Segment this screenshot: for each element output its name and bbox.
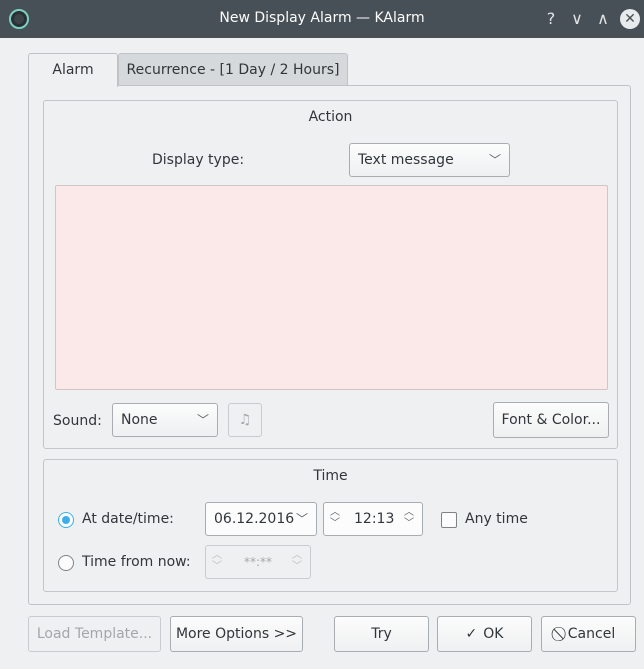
sound-combo[interactable]: None ﹀ <box>112 403 218 437</box>
time-group-title: Time <box>313 468 348 484</box>
display-type-value: Text message <box>358 152 454 168</box>
alarm-tab-panel: Action Display type: Text message ﹀ Soun… <box>28 85 631 605</box>
try-button[interactable]: Try <box>334 616 429 652</box>
close-icon[interactable]: ✕ <box>620 9 640 29</box>
maximize-icon[interactable]: ∧ <box>592 7 614 29</box>
chevron-down-icon: ﹀ <box>196 413 209 427</box>
at-datetime-radio[interactable] <box>58 512 74 528</box>
spin-down-icon[interactable]: ﹀ <box>330 519 340 529</box>
time-group: Time At date/time: 06.12.2016 ﹀ ︿ ﹀ 12:1… <box>43 459 618 592</box>
sound-value: None <box>121 412 158 428</box>
time-from-now-label: Time from now: <box>82 554 191 570</box>
date-value: 06.12.2016 <box>214 511 295 527</box>
time-value: 12:13 <box>354 511 395 527</box>
music-note-icon: ♫ <box>238 412 252 428</box>
action-group-title: Action <box>308 109 353 125</box>
chevron-down-icon: ﹀ <box>488 153 501 167</box>
sound-label: Sound: <box>53 413 102 429</box>
time-from-now-spinbox[interactable]: ︿ ﹀ **:** ︿ ﹀ <box>205 545 311 579</box>
tab-recurrence[interactable]: Recurrence - [1 Day / 2 Hours] <box>118 53 348 86</box>
sound-file-button[interactable]: ♫ <box>228 403 262 437</box>
message-text-area[interactable] <box>55 185 608 390</box>
at-datetime-label: At date/time: <box>82 511 174 527</box>
more-options-button[interactable]: More Options >> <box>170 616 303 652</box>
spin-up-icon[interactable]: ︿ <box>212 551 222 561</box>
spin-down-icon[interactable]: ﹀ <box>212 562 222 572</box>
spin-up-icon[interactable]: ︿ <box>330 508 340 518</box>
display-type-combo[interactable]: Text message ﹀ <box>349 143 510 177</box>
load-template-button[interactable]: Load Template... <box>28 616 161 652</box>
title-bar: New Display Alarm — KAlarm ? ∨ ∧ ✕ <box>0 0 644 38</box>
cancel-label: Cancel <box>567 626 616 642</box>
spin-up-icon[interactable]: ︿ <box>292 551 302 561</box>
date-input[interactable]: 06.12.2016 ﹀ <box>205 502 317 536</box>
spin-down-icon[interactable]: ﹀ <box>404 519 414 529</box>
chevron-down-icon: ﹀ <box>295 512 308 526</box>
checkmark-icon: ✓ <box>465 626 478 642</box>
spin-up-icon[interactable]: ︿ <box>404 508 414 518</box>
any-time-label: Any time <box>465 511 528 527</box>
action-group: Action Display type: Text message ﹀ Soun… <box>43 100 618 449</box>
ok-button[interactable]: ✓ OK <box>437 616 532 652</box>
display-type-label: Display type: <box>152 152 245 168</box>
font-color-button[interactable]: Font & Color... <box>493 402 609 438</box>
minimize-icon[interactable]: ∨ <box>566 7 588 29</box>
time-from-now-radio[interactable] <box>58 555 74 571</box>
ok-label: OK <box>483 626 504 642</box>
cancel-button[interactable]: ⃠ Cancel <box>541 616 636 652</box>
help-icon[interactable]: ? <box>540 7 562 29</box>
time-from-now-value: **:** <box>244 555 273 569</box>
any-time-checkbox[interactable] <box>441 512 457 528</box>
tab-alarm[interactable]: Alarm <box>28 53 118 87</box>
time-spinbox[interactable]: ︿ ﹀ 12:13 ︿ ﹀ <box>323 502 423 536</box>
spin-down-icon[interactable]: ﹀ <box>292 562 302 572</box>
